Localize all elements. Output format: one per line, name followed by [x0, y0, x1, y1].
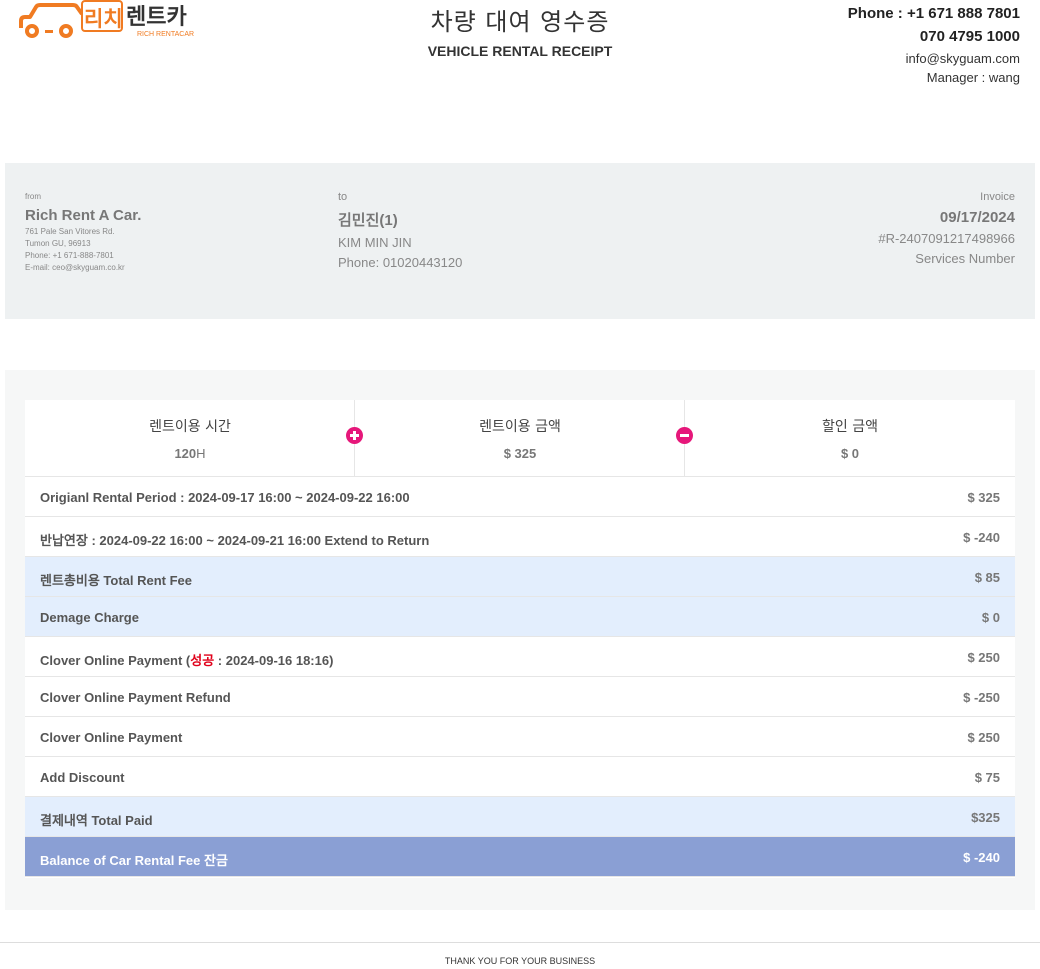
line-item-label: Balance of Car Rental Fee 잔금 — [40, 853, 228, 868]
summary-label: 렌트이용 금액 — [479, 419, 561, 435]
summary-rental-time: 렌트이용 시간 120H — [25, 400, 355, 476]
to-section: to 김민진(1) KIM MIN JIN Phone: 01020443120 — [338, 191, 462, 270]
summary-discount-amount: 할인 금액 $ 0 — [685, 400, 1015, 476]
line-item: Clover Online Payment (성공 : 2024-09-16 1… — [25, 637, 1015, 677]
line-item-label: 결제내역 Total Paid — [40, 813, 153, 828]
line-item: Clover Online Payment Refund $ -250 — [25, 677, 1015, 717]
company-contact: Phone : +1 671 888 7801 070 4795 1000 in… — [848, 5, 1020, 85]
summary-value: $ 325 — [503, 446, 537, 461]
line-item-label: 반납연장 : 2024-09-22 16:00 ~ 2024-09-21 16:… — [40, 533, 430, 548]
summary-rental-amount: 렌트이용 금액 $ 325 — [355, 400, 685, 476]
invoice-number: #R-2407091217498966 — [878, 231, 1015, 246]
line-item: Clover Online Payment $ 250 — [25, 717, 1015, 757]
line-item-label: Add Discount — [40, 770, 125, 785]
line-items: Origianl Rental Period : 2024-09-17 16:0… — [25, 477, 1015, 877]
line-item-amount: $325 — [971, 810, 1000, 825]
line-item-total-rent-fee: 렌트총비용 Total Rent Fee $ 85 — [25, 557, 1015, 597]
line-item-label: Clover Online Payment Refund — [40, 690, 231, 705]
contact-phone-2: 070 4795 1000 — [919, 28, 1020, 45]
summary-value: 120H — [174, 446, 206, 461]
footer-divider — [0, 942, 1040, 943]
from-address-2: Tumon GU, 96913 — [25, 239, 91, 248]
contact-email: info@skyguam.com — [905, 51, 1020, 66]
line-item-damage-charge: Demage Charge $ 0 — [25, 597, 1015, 637]
from-email: E-mail: ceo@skyguam.co.kr — [25, 263, 125, 272]
summary-label: 할인 금액 — [822, 419, 878, 435]
from-label: from — [25, 192, 41, 201]
line-item-balance: Balance of Car Rental Fee 잔금 $ -240 — [25, 837, 1015, 877]
to-label: to — [338, 191, 348, 203]
line-item-amount: $ -250 — [963, 690, 1000, 705]
invoice-section: Invoice 09/17/2024 #R-2407091217498966 S… — [878, 191, 1015, 266]
summary-label: 렌트이용 시간 — [149, 419, 231, 435]
from-address-1: 761 Pale San Vitores Rd. — [25, 227, 115, 236]
line-item: Origianl Rental Period : 2024-09-17 16:0… — [25, 477, 1015, 517]
line-item-amount: $ 325 — [967, 490, 1000, 505]
line-item-amount: $ 0 — [981, 610, 1000, 625]
invoice-date: 09/17/2024 — [939, 209, 1015, 226]
contact-phone: Phone : +1 671 888 7801 — [847, 5, 1020, 22]
summary-value: $ 0 — [840, 446, 860, 461]
line-item-amount: $ -240 — [963, 850, 1000, 865]
line-item-label: Origianl Rental Period : 2024-09-17 16:0… — [40, 490, 410, 505]
invoice-label: Invoice — [980, 191, 1015, 203]
line-item-amount: $ -240 — [963, 530, 1000, 545]
footer-thanks: THANK YOU FOR YOUR BUSINESS — [444, 956, 596, 966]
line-item: 반납연장 : 2024-09-22 16:00 ~ 2024-09-21 16:… — [25, 517, 1015, 557]
customer-phone: Phone: 01020443120 — [338, 255, 463, 270]
line-item-amount: $ 250 — [967, 730, 1000, 745]
line-item-amount: $ 250 — [967, 650, 1000, 665]
contact-manager: Manager : wang — [926, 70, 1020, 85]
summary-unit: H — [196, 446, 206, 461]
line-item-label: Clover Online Payment (성공 : 2024-09-16 1… — [40, 653, 334, 668]
line-item-label: 렌트총비용 Total Rent Fee — [40, 573, 193, 588]
payment-status: 성공 — [190, 653, 215, 668]
receipt-card: 렌트이용 시간 120H 렌트이용 금액 $ 325 할인 금액 $ 0 Ori… — [25, 400, 1015, 878]
summary-bar: 렌트이용 시간 120H 렌트이용 금액 $ 325 할인 금액 $ 0 — [25, 400, 1015, 477]
line-item-label: Demage Charge — [40, 610, 139, 625]
customer-name: 김민진(1) — [338, 212, 398, 229]
line-item-total-paid: 결제내역 Total Paid $325 — [25, 797, 1015, 837]
customer-name-en: KIM MIN JIN — [338, 235, 412, 250]
line-item-amount: $ 85 — [974, 570, 1000, 585]
line-item-amount: $ 75 — [974, 770, 1000, 785]
from-phone: Phone: +1 671-888-7801 — [25, 251, 114, 260]
line-item: Add Discount $ 75 — [25, 757, 1015, 797]
from-section: from Rich Rent A Car. 761 Pale San Vitor… — [25, 192, 141, 274]
receipt-info-panel: from Rich Rent A Car. 761 Pale San Vitor… — [5, 163, 1035, 319]
services-number-label: Services Number — [915, 251, 1015, 266]
receipt-details-panel: 렌트이용 시간 120H 렌트이용 금액 $ 325 할인 금액 $ 0 Ori… — [5, 370, 1035, 910]
line-item-label: Clover Online Payment — [40, 730, 183, 745]
from-company-name: Rich Rent A Car. — [25, 207, 142, 224]
